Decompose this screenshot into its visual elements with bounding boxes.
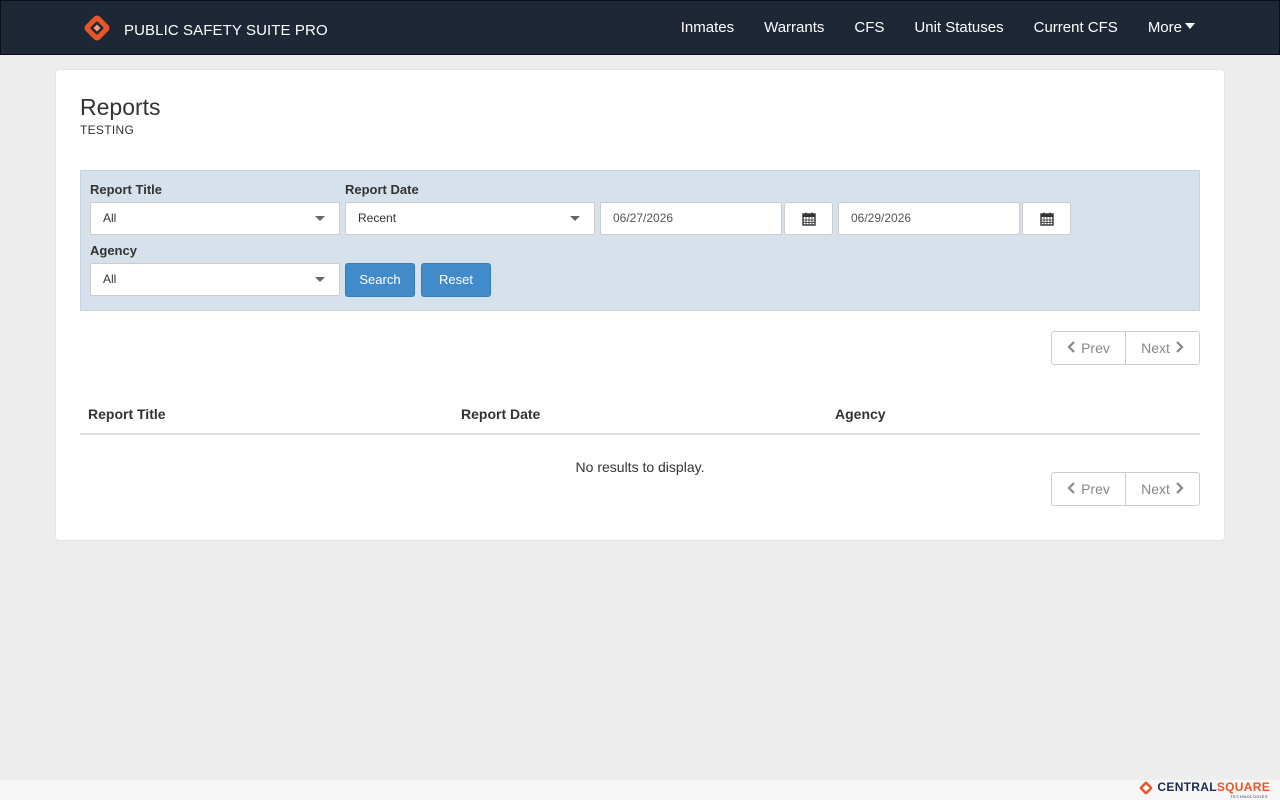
report-title-value: All [103,211,117,225]
brand[interactable]: PUBLIC SAFETY SUITE PRO [84,15,328,46]
report-date-label: Report Date [345,182,419,197]
page-title: Reports [80,94,161,120]
centralsquare-logo-icon [1140,781,1153,795]
caret-down-icon [315,277,325,282]
nav-current-cfs[interactable]: Current CFS [1034,19,1118,36]
nav-more-dropdown[interactable]: More [1148,19,1195,36]
report-date-value: Recent [358,211,397,225]
next-label: Next [1141,481,1170,497]
nav-more-label: More [1147,19,1182,36]
nav-inmates[interactable]: Inmates [681,19,734,36]
page-subtitle: TESTING [80,123,135,137]
chevron-left-icon [1067,340,1076,356]
next-label: Next [1141,340,1170,356]
agency-select[interactable]: All [90,263,340,296]
report-title-label: Report Title [90,182,162,197]
results-table-header: Report Title Report Date Agency [80,396,1200,435]
agency-label: Agency [90,243,137,258]
agency-value: All [103,272,117,286]
footer-logo-part2: SQUARE [1216,780,1270,794]
nav-warrants[interactable]: Warrants [764,19,824,36]
next-button[interactable]: Next [1126,472,1200,506]
column-agency[interactable]: Agency [835,406,886,422]
caret-down-icon [1185,23,1195,29]
report-date-select[interactable]: Recent [345,202,595,235]
date-to-input[interactable]: 06/29/2026 [838,202,1020,235]
brand-logo-icon [84,15,110,46]
top-navbar: PUBLIC SAFETY SUITE PRO Inmates Warrants… [0,0,1280,55]
chevron-right-icon [1175,481,1184,497]
empty-results-message: No results to display. [575,459,705,475]
footer-logo-text: CENTRALSQUARE [1157,780,1270,794]
nav-cfs[interactable]: CFS [854,19,884,36]
nav-unit-statuses[interactable]: Unit Statuses [914,19,1003,36]
main-nav: Inmates Warrants CFS Unit Statuses Curre… [651,1,1195,54]
search-button[interactable]: Search [345,263,415,297]
caret-down-icon [570,216,580,221]
pager-top: Prev Next [1051,331,1200,365]
caret-down-icon [315,216,325,221]
calendar-icon [801,212,816,226]
report-title-select[interactable]: All [90,202,340,235]
date-from-input[interactable]: 06/27/2026 [600,202,782,235]
prev-button[interactable]: Prev [1051,331,1126,365]
reports-panel: Reports TESTING Report Title All Report … [55,69,1225,541]
reset-button[interactable]: Reset [421,263,491,297]
column-report-title[interactable]: Report Title [88,406,166,422]
centralsquare-logo: CENTRALSQUARE TECHNOLOGIES [1139,780,1270,799]
chevron-right-icon [1175,340,1184,356]
pager-bottom: Prev Next [1051,472,1200,506]
footer-logo-sub: TECHNOLOGIES [1230,794,1268,799]
date-to-calendar-button[interactable] [1022,202,1071,235]
chevron-left-icon [1067,481,1076,497]
column-report-date[interactable]: Report Date [461,406,540,422]
footer: CENTRALSQUARE TECHNOLOGIES [0,780,1280,800]
next-button[interactable]: Next [1126,331,1200,365]
footer-logo-part1: CENTRAL [1157,780,1217,794]
prev-label: Prev [1081,481,1110,497]
prev-label: Prev [1081,340,1110,356]
prev-button[interactable]: Prev [1051,472,1126,506]
filter-panel: Report Title All Report Date Recent 06/2… [80,170,1200,311]
calendar-icon [1039,212,1054,226]
date-from-calendar-button[interactable] [784,202,833,235]
brand-title: PUBLIC SAFETY SUITE PRO [124,22,328,39]
